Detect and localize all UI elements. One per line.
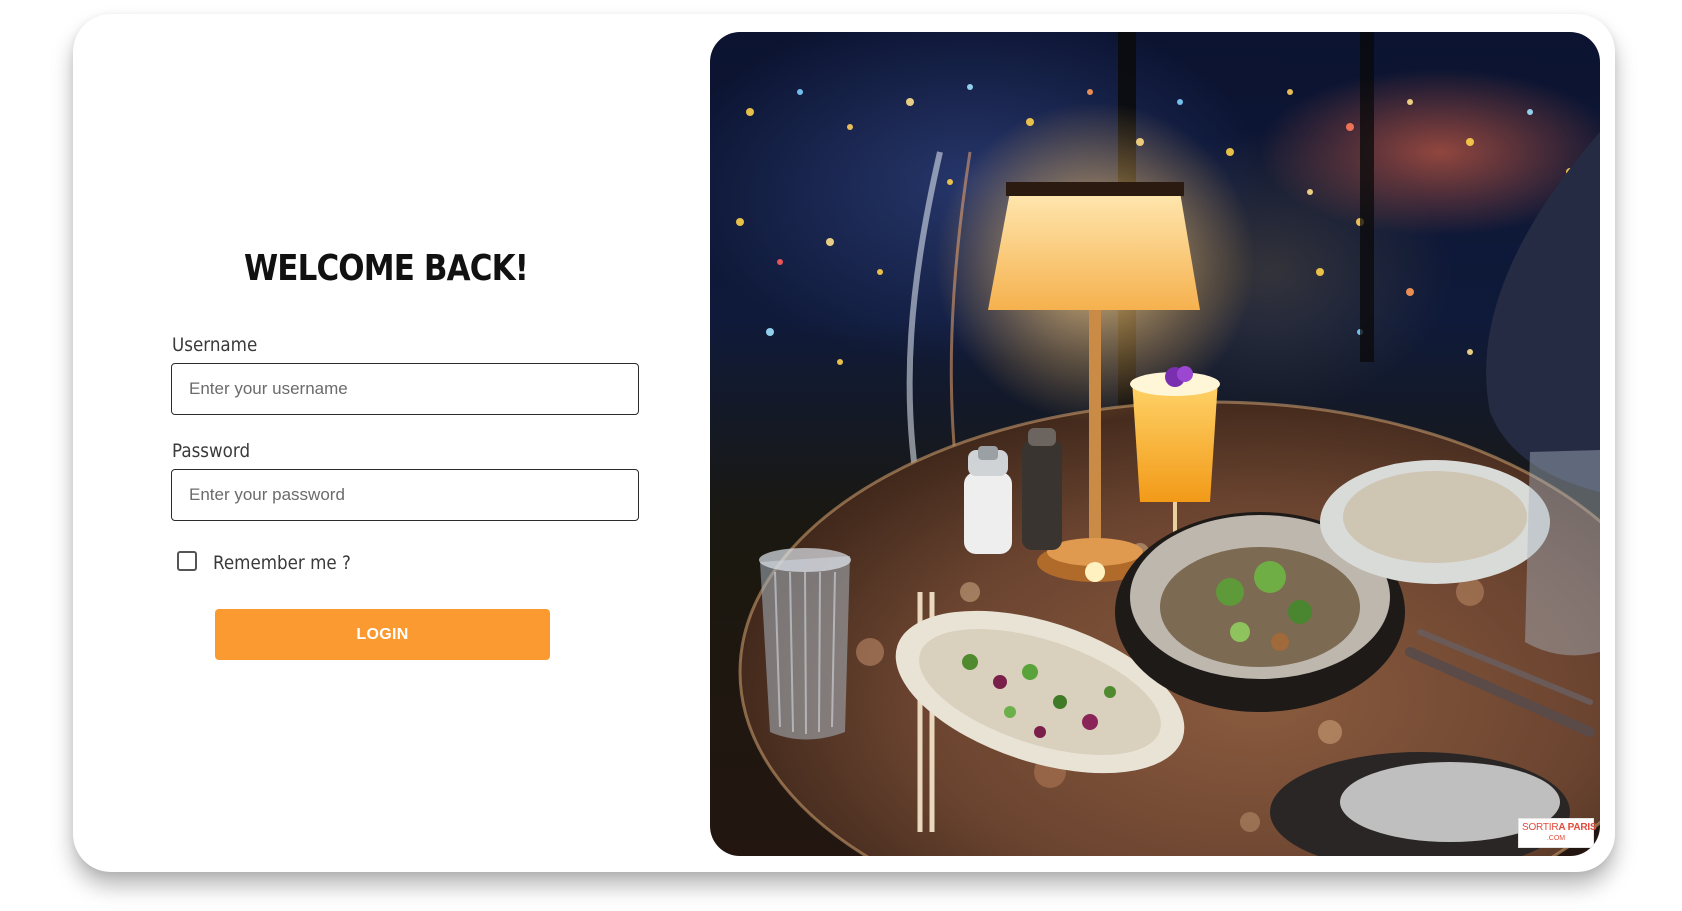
remember-me-label: Remember me ? — [213, 552, 351, 574]
restaurant-photo: SORTIRA PARIS .COM — [710, 32, 1600, 856]
password-input[interactable] — [171, 469, 639, 521]
login-button[interactable]: LOGIN — [215, 609, 550, 660]
remember-me-checkbox[interactable] — [177, 551, 197, 571]
page-title: WELCOME BACK! — [243, 248, 529, 289]
watermark-text: SORTIRA PARIS — [1522, 821, 1597, 834]
login-card: WELCOME BACK! Username Password Remember… — [73, 14, 1615, 872]
username-input[interactable] — [171, 363, 639, 415]
login-form: WELCOME BACK! Username Password Remember… — [73, 14, 713, 872]
watermark-logo: SORTIRA PARIS .COM — [1518, 818, 1597, 848]
watermark-sub: .COM — [1546, 835, 1566, 842]
password-label: Password — [172, 440, 251, 462]
restaurant-photo-illustration — [736, 32, 1600, 856]
username-label: Username — [172, 334, 258, 356]
watermark-brand: A PARIS — [1558, 822, 1597, 833]
watermark-prefix: SORTIR — [1522, 822, 1559, 833]
